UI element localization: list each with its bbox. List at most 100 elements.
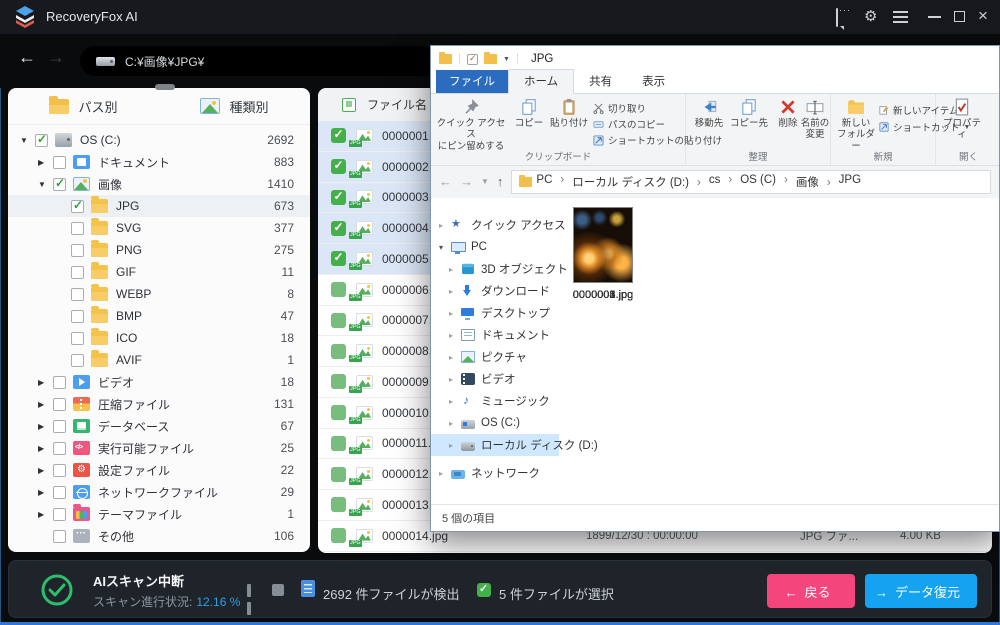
chevron-icon[interactable] xyxy=(449,441,461,450)
tab-file[interactable]: ファイル xyxy=(436,70,508,93)
expand-arrow-icon[interactable] xyxy=(38,158,51,167)
row-checkbox[interactable] xyxy=(331,190,346,205)
tree-item[interactable]: ICO 18 xyxy=(8,327,310,349)
tab-by-type[interactable]: 種類別 xyxy=(159,88,310,124)
tree-checkbox[interactable] xyxy=(53,178,66,191)
row-checkbox[interactable] xyxy=(331,467,346,482)
tree-item[interactable]: 実行可能ファイル 25 xyxy=(8,437,310,459)
tree-checkbox[interactable] xyxy=(71,200,84,213)
sidebar-item[interactable]: デスクトップ xyxy=(431,302,559,324)
pin-quick-access-button[interactable]: クイック アクセスにピン留めする xyxy=(433,98,509,152)
file-thumbnail-item[interactable]: 0000005.jpg xyxy=(559,208,647,301)
rename-button[interactable]: 名前の変更 xyxy=(798,98,832,141)
tree-item[interactable]: データベース 67 xyxy=(8,415,310,437)
row-checkbox[interactable] xyxy=(331,344,346,359)
expand-arrow-icon[interactable] xyxy=(38,422,51,431)
copy-button[interactable]: コピー xyxy=(511,98,547,129)
settings-gear-icon[interactable]: ⚙ xyxy=(864,9,882,25)
up-arrow-icon[interactable]: ↑ xyxy=(497,174,504,189)
expand-arrow-icon[interactable] xyxy=(38,444,51,453)
tree-item[interactable]: JPG 673 xyxy=(8,195,310,217)
tree-checkbox[interactable] xyxy=(71,332,84,345)
paste-button[interactable]: 貼り付け xyxy=(549,98,589,129)
row-checkbox[interactable] xyxy=(331,436,346,451)
tree-checkbox[interactable] xyxy=(71,266,84,279)
tree-checkbox[interactable] xyxy=(71,288,84,301)
tree-item[interactable]: WEBP 8 xyxy=(8,283,310,305)
tree-checkbox[interactable] xyxy=(71,222,84,235)
tree-item[interactable]: 圧縮ファイル 131 xyxy=(8,393,310,415)
row-checkbox[interactable] xyxy=(331,374,346,389)
tree-checkbox[interactable] xyxy=(71,244,84,257)
maximize-button[interactable] xyxy=(954,11,965,22)
row-checkbox[interactable] xyxy=(331,221,346,236)
row-checkbox[interactable] xyxy=(331,128,346,143)
sidebar-item[interactable]: ピクチャ xyxy=(431,346,559,368)
tree-item[interactable]: 画像 1410 xyxy=(8,173,310,195)
tree-item[interactable]: ネットワークファイル 29 xyxy=(8,481,310,503)
sidebar-item[interactable]: ネットワーク xyxy=(431,462,559,484)
tree-checkbox[interactable] xyxy=(35,134,48,147)
sidebar-item[interactable]: ミュージック xyxy=(431,390,559,412)
tab-view[interactable]: 表示 xyxy=(627,70,680,93)
chevron-icon[interactable] xyxy=(449,265,461,274)
breadcrumb-segment[interactable]: PC xyxy=(536,174,572,190)
explorer-forward-icon[interactable]: → xyxy=(460,174,473,189)
back-arrow-icon[interactable]: ← xyxy=(18,47,36,68)
tree-item[interactable]: ビデオ 18 xyxy=(8,371,310,393)
history-caret-icon[interactable]: ▼ xyxy=(481,177,489,186)
tree-item[interactable]: BMP 47 xyxy=(8,305,310,327)
row-checkbox[interactable] xyxy=(331,405,346,420)
tree-item[interactable]: AVIF 1 xyxy=(8,349,310,371)
tree-checkbox[interactable] xyxy=(53,398,66,411)
chevron-icon[interactable] xyxy=(449,353,461,362)
minimize-button[interactable] xyxy=(928,16,941,18)
recover-data-button[interactable]: →データ復元 xyxy=(865,574,977,608)
quick-access-newfolder-icon[interactable] xyxy=(484,54,497,64)
chevron-icon[interactable] xyxy=(449,375,461,384)
breadcrumb-segment[interactable]: ローカル ディスク (D:) xyxy=(572,174,709,190)
expand-arrow-icon[interactable] xyxy=(38,488,51,497)
tree-checkbox[interactable] xyxy=(53,508,66,521)
row-checkbox[interactable] xyxy=(331,159,346,174)
chevron-icon[interactable] xyxy=(439,243,451,252)
tree-checkbox[interactable] xyxy=(53,486,66,499)
close-button[interactable]: × xyxy=(978,6,996,22)
tree-item[interactable]: GIF 11 xyxy=(8,261,310,283)
breadcrumb[interactable]: PCローカル ディスク (D:)csOS (C)画像JPG xyxy=(511,170,991,194)
tree-checkbox[interactable] xyxy=(53,442,66,455)
expand-arrow-icon[interactable] xyxy=(38,466,51,475)
chevron-icon[interactable] xyxy=(449,419,461,428)
chevron-icon[interactable] xyxy=(449,309,461,318)
tree-checkbox[interactable] xyxy=(53,376,66,389)
sidebar-item[interactable]: PC xyxy=(431,236,559,258)
select-all-checkbox[interactable] xyxy=(342,98,356,112)
copy-path-button[interactable]: パスのコピー xyxy=(593,117,665,131)
tree-item[interactable]: PNG 275 xyxy=(8,239,310,261)
move-to-button[interactable]: 移動先 xyxy=(690,98,728,129)
row-checkbox[interactable] xyxy=(331,282,346,297)
expand-arrow-icon[interactable] xyxy=(38,180,51,189)
cut-button[interactable]: 切り取り xyxy=(593,101,646,115)
breadcrumb-segment[interactable]: JPG xyxy=(839,174,861,190)
breadcrumb-segment[interactable]: 画像 xyxy=(796,174,839,190)
stop-icon[interactable] xyxy=(272,584,284,596)
tree-item[interactable]: 設定ファイル 22 xyxy=(8,459,310,481)
tree-checkbox[interactable] xyxy=(53,420,66,433)
copy-to-button[interactable]: コピー先 xyxy=(728,98,770,129)
expand-arrow-icon[interactable] xyxy=(38,400,51,409)
tree-checkbox[interactable] xyxy=(53,464,66,477)
row-checkbox[interactable] xyxy=(331,528,346,543)
sidebar-item[interactable]: クイック アクセス xyxy=(431,214,559,236)
tree-item[interactable]: テーマファイル 1 xyxy=(8,503,310,525)
tree-item[interactable]: ドキュメント 883 xyxy=(8,151,310,173)
new-folder-button[interactable]: 新しいフォルダー xyxy=(833,98,879,152)
tree-checkbox[interactable] xyxy=(53,530,66,543)
hamburger-menu-icon[interactable] xyxy=(893,9,911,25)
explorer-back-icon[interactable]: ← xyxy=(439,174,452,189)
expand-arrow-icon[interactable] xyxy=(38,510,51,519)
scrollbar-thumb[interactable] xyxy=(155,84,175,90)
sidebar-item[interactable]: ドキュメント xyxy=(431,324,559,346)
sidebar-item[interactable]: 3D オブジェクト xyxy=(431,258,559,280)
chevron-icon[interactable] xyxy=(449,287,461,296)
